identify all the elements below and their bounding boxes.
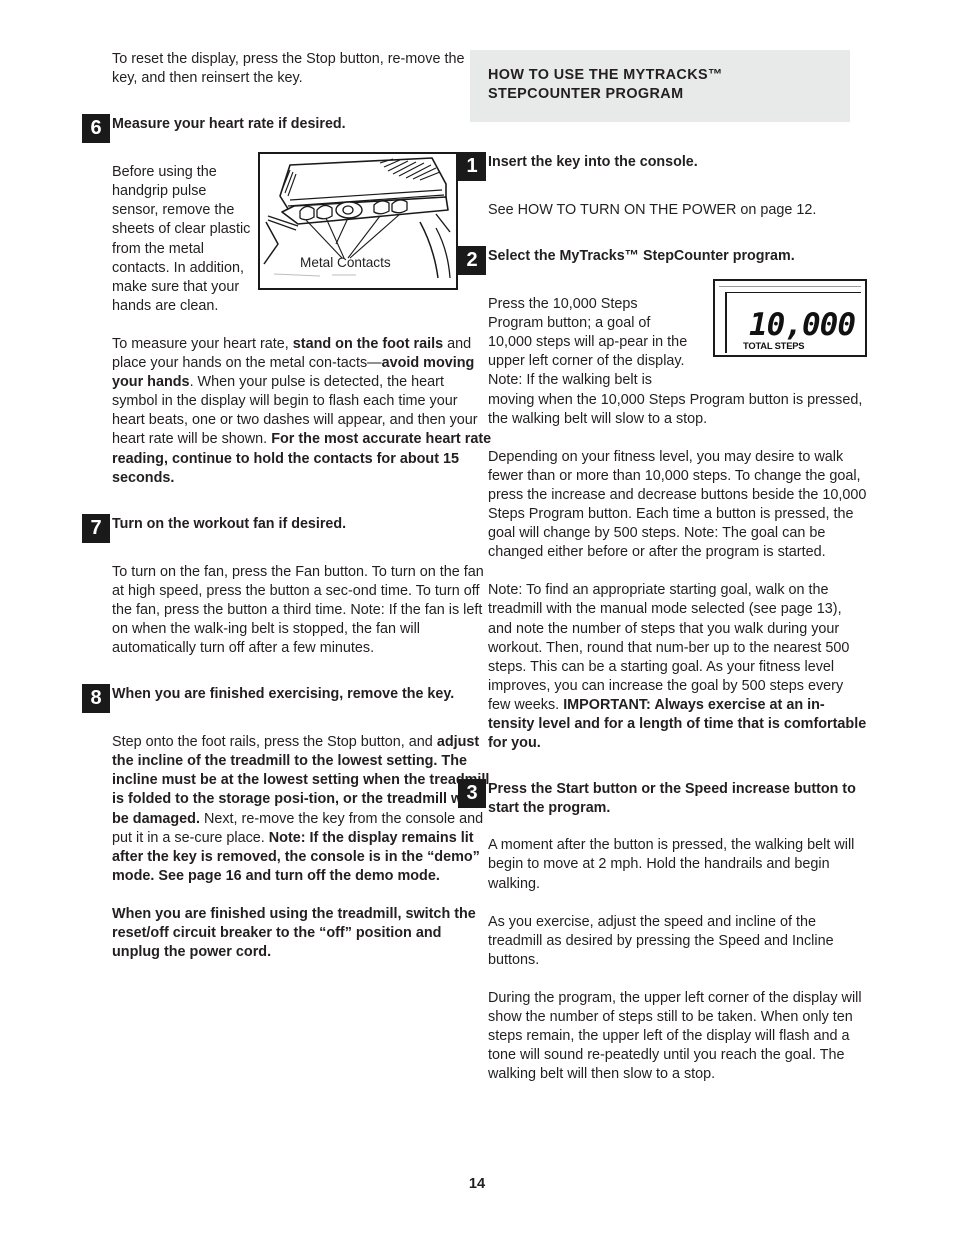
step-8-head: 8 When you are finished exercising, remo… xyxy=(82,684,492,714)
right-column: HOW TO USE THE MYTRACKS™ STEPCOUNTER PRO… xyxy=(458,50,868,1084)
step-6-paragraph-2: To measure your heart rate, stand on the… xyxy=(112,335,492,486)
lcd-top-bezel xyxy=(719,286,861,290)
step-6-title: Measure your heart rate if desired. xyxy=(112,116,346,133)
step-3: 3 Press the Start button or the Speed in… xyxy=(458,779,868,1084)
step-2-title: Select the MyTracks™ StepCounter program… xyxy=(488,248,795,265)
step-6-head: 6 Measure your heart rate if desired. xyxy=(82,114,492,144)
step-1-paragraph-1: See HOW TO TURN ON THE POWER on page 12. xyxy=(488,202,817,218)
step-7-paragraph-1: To turn on the fan, press the Fan button… xyxy=(112,563,484,657)
step-7-title: Turn on the workout fan if desired. xyxy=(112,515,347,532)
figure-metal-contacts: Metal Contacts xyxy=(258,152,458,290)
manual-page: To reset the display, press the Stop but… xyxy=(0,0,954,1235)
step-8-title: When you are finished exercising, remove… xyxy=(112,686,455,703)
step-8-paragraph-2: When you are finished using the treadmil… xyxy=(112,905,476,961)
lcd-screen: 10,000 TOTAL STEPS xyxy=(725,292,861,353)
step-1-badge: 1 xyxy=(458,152,486,181)
step-8-badge: 8 xyxy=(82,684,110,714)
lcd-steps-value: 10,000 xyxy=(749,307,856,343)
figure-metal-contacts-caption: Metal Contacts xyxy=(300,255,391,270)
step-1-head: 1 Insert the key into the console. xyxy=(458,152,868,182)
step-8: 8 When you are finished exercising, remo… xyxy=(82,684,492,962)
lcd-total-steps-label: TOTAL STEPS xyxy=(743,340,805,351)
step-1-title: Insert the key into the console. xyxy=(488,154,698,170)
intro-paragraph: To reset the display, press the Stop but… xyxy=(112,51,465,87)
section-header-line-2: STEPCOUNTER PROGRAM xyxy=(488,86,684,102)
section-header: HOW TO USE THE MYTRACKS™ STEPCOUNTER PRO… xyxy=(470,50,850,122)
step-1: 1 Insert the key into the console. See H… xyxy=(458,152,868,220)
step-3-paragraph-3: During the program, the upper left corne… xyxy=(488,989,862,1083)
figure-lcd-display: 10,000 TOTAL STEPS xyxy=(713,279,867,357)
step-6-badge: 6 xyxy=(82,114,110,144)
step-6-paragraph-wrap: Before using the handgrip pulse sensor, … xyxy=(112,164,251,314)
section-header-line-1: HOW TO USE THE MYTRACKS™ xyxy=(488,67,723,83)
step-3-head: 3 Press the Start button or the Speed in… xyxy=(458,779,868,817)
step-3-badge: 3 xyxy=(458,779,486,809)
step-7: 7 Turn on the workout fan if desired. To… xyxy=(82,513,492,658)
step-3-paragraph-2: As you exercise, adjust the speed and in… xyxy=(488,913,834,968)
step-3-title: Press the Start button or the Speed incr… xyxy=(488,781,856,816)
step-2-badge: 2 xyxy=(458,246,486,276)
step-7-head: 7 Turn on the workout fan if desired. xyxy=(82,513,492,544)
step-2-paragraph-3: Note: To find an appropriate starting go… xyxy=(488,582,867,752)
step-2-paragraph-2: Depending on your fitness level, you may… xyxy=(488,448,867,561)
step-2-head: 2 Select the MyTracks™ StepCounter progr… xyxy=(458,246,868,276)
step-8-paragraph-1: Step onto the foot rails, press the Stop… xyxy=(112,734,490,884)
step-7-badge: 7 xyxy=(82,513,110,543)
step-3-paragraph-1: A moment after the button is pressed, th… xyxy=(488,837,855,892)
page-number: 14 xyxy=(468,1176,486,1192)
